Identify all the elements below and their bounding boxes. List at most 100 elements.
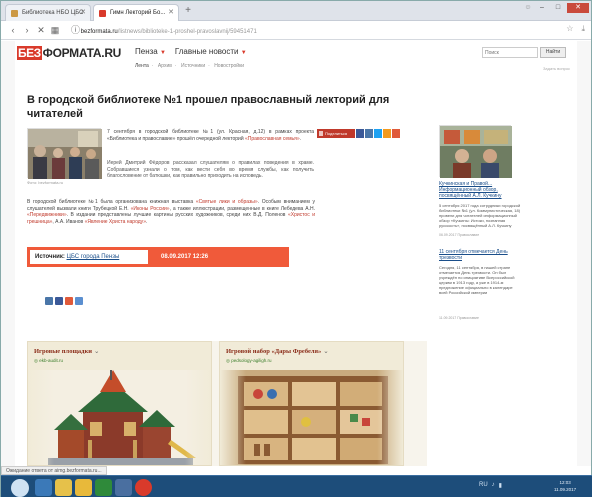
sidebar-news-2-date: 11.09.2017 Православие — [439, 316, 479, 320]
status-bar: Ожидание ответа от aimg.bezformata.ru... — [1, 466, 107, 475]
favicon-icon — [99, 10, 106, 17]
article-photo[interactable] — [27, 128, 102, 179]
toolbar-right: ☆ ⤓ — [566, 24, 585, 34]
web-page: БЕЗ ФОРМАТА.RU Пенза ▼ Главные новости ▼… — [15, 41, 577, 466]
article-title: В городской библиотеке №1 прошел правосл… — [27, 94, 390, 120]
para3-text: В городской библиотеке №1 была организов… — [27, 199, 196, 205]
logo-part1: БЕЗ — [17, 46, 42, 60]
opera-icon[interactable] — [135, 479, 152, 496]
main-menu: Пенза ▼ Главные новости ▼ — [135, 47, 247, 56]
social-buttons — [45, 297, 83, 305]
facebook-icon[interactable] — [356, 129, 364, 138]
taskbar-clock[interactable]: 12:03 11.09.2017 — [554, 479, 576, 493]
sidebar-news-1-title[interactable]: Кучкинская и Правой... Информационный об… — [439, 181, 521, 199]
para3-text: , а также иллюстрации, размещенные в кни… — [169, 205, 315, 212]
card-title: Игровой набор «Дары Фребеля» ⌄ — [226, 348, 329, 355]
reload-icon[interactable]: ✕ — [35, 24, 47, 36]
sidebar-news-1-text: 5 сентября 2017 года сотрудники городско… — [439, 203, 521, 228]
card-fade — [185, 370, 211, 465]
article-lead: 7 сентября в городской библиотеке №1 (ул… — [107, 129, 314, 142]
twitter-icon[interactable] — [374, 129, 382, 138]
twitter-icon[interactable] — [75, 297, 83, 305]
tab-label: Гимн Лекторий Бо... — [110, 10, 166, 16]
source-date: 08.09.2017 12:26 — [161, 254, 209, 260]
system-tray: RU ♪ ▮ — [479, 482, 502, 489]
page-viewport: БЕЗ ФОРМАТА.RU Пенза ▼ Главные новости ▼… — [1, 41, 591, 466]
menu-city[interactable]: Пенза — [135, 47, 158, 56]
share-button[interactable]: Поделиться — [317, 129, 355, 138]
vk-icon[interactable] — [365, 129, 373, 138]
card-subtitle: ◎ pedsology-agiligh.ru — [226, 358, 272, 363]
submenu-sources[interactable]: Источники — [181, 63, 205, 69]
address-host: bezformata.ru — [80, 29, 118, 35]
download-icon[interactable]: ⤓ — [581, 24, 585, 34]
card-subtitle: ◎ ekb-audit.ru — [34, 358, 63, 363]
speaker-icon[interactable]: ♪ — [492, 482, 495, 489]
profile-icon[interactable]: ☺ — [523, 3, 533, 13]
site-logo[interactable]: БЕЗ ФОРМАТА.RU — [17, 46, 121, 60]
para3-text: . В издании представлены лучшие картины … — [66, 212, 288, 218]
facebook-icon[interactable] — [55, 297, 63, 305]
tab-label: Библиотека НБО ЦБС — [22, 10, 84, 16]
window-controls: ☺ – □ ✕ — [523, 3, 589, 13]
tab-library[interactable]: Библиотека НБО ЦБС ✕ — [5, 4, 91, 21]
sidebar-news-2-title[interactable]: 11 сентября отмечается День трезвости — [439, 249, 521, 261]
clock-date: 11.09.2017 — [554, 487, 577, 492]
close-tab-icon[interactable]: ✕ — [80, 5, 86, 21]
clock-time: 12:03 — [559, 480, 571, 485]
close-tab-icon[interactable]: ✕ — [168, 5, 174, 21]
tray-lang[interactable]: RU — [479, 482, 488, 489]
close-window-button[interactable]: ✕ — [567, 3, 589, 13]
browser-toolbar: ‹ › ✕ ▦ ⓘ bezformata.ru/listnews/bibliot… — [1, 21, 591, 40]
address-bar[interactable]: ⓘ bezformata.ru/listnews/biblioteke-1-pr… — [71, 24, 551, 37]
painting-link[interactable]: «Явление Христа народу» — [85, 219, 146, 225]
favicon-icon — [11, 10, 18, 17]
maximize-button[interactable]: □ — [551, 3, 565, 13]
lead-text-end: . — [299, 135, 302, 142]
card-fade — [377, 370, 403, 465]
dropdown-arrow-icon[interactable]: ▼ — [160, 50, 166, 56]
home-icon[interactable]: ▦ — [49, 24, 61, 36]
back-icon[interactable]: ‹ — [7, 24, 19, 36]
forward-icon[interactable]: › — [21, 24, 33, 36]
bookmark-star-icon[interactable]: ☆ — [566, 24, 573, 34]
book-link[interactable]: «Иконы России» — [131, 206, 170, 212]
folder-icon[interactable] — [55, 479, 72, 496]
odnoklassniki-icon[interactable] — [383, 129, 391, 138]
book-link[interactable]: «Передвижники» — [27, 212, 67, 218]
vk-icon[interactable] — [45, 297, 53, 305]
mail-app-icon[interactable] — [115, 479, 132, 496]
network-icon[interactable]: ▮ — [499, 482, 502, 489]
photo-caption: Фото: bezformata.ru — [27, 180, 64, 185]
mail-icon[interactable] — [65, 297, 73, 305]
ie-icon[interactable] — [35, 479, 52, 496]
ad-card-froebel-gifts[interactable]: Игровой набор «Дары Фребеля» ⌄ ◎ pedsolog… — [219, 341, 404, 466]
dropdown-arrow-icon[interactable]: ▼ — [241, 50, 247, 56]
sub-menu: Лента · Архив · Источники · Новостройки — [135, 63, 245, 69]
exhibition-link[interactable]: «Святые лики и образы» — [196, 199, 258, 205]
submenu-feed[interactable]: Лента — [135, 63, 149, 69]
submenu-archive[interactable]: Архив — [158, 63, 172, 69]
chrome-icon[interactable] — [75, 479, 92, 496]
logo-part2: ФОРМАТА.RU — [42, 46, 122, 60]
submenu-newbuilds[interactable]: Новостройки — [214, 63, 244, 69]
minimize-button[interactable]: – — [535, 3, 549, 13]
search-input[interactable] — [482, 47, 538, 58]
menu-main-news[interactable]: Главные новости — [175, 47, 239, 56]
ad-card-playgrounds[interactable]: Игровые площадки ⌄ ◎ ekb-audit.ru — [27, 341, 212, 466]
new-tab-button[interactable]: + — [181, 5, 195, 18]
security-icon: ⓘ — [71, 25, 81, 35]
source-link[interactable]: ЦБС города Пензы — [67, 254, 120, 260]
search-button[interactable]: Найти — [540, 47, 566, 58]
sidebar-photo[interactable] — [439, 125, 512, 178]
browser-window: Библиотека НБО ЦБС ✕ Гимн Лекторий Бо...… — [0, 0, 592, 497]
card-fade — [28, 370, 54, 465]
start-button[interactable] — [11, 479, 29, 497]
lead-link[interactable]: «Православная семья» — [245, 136, 300, 142]
header-note-link[interactable]: Задать вопрос — [543, 66, 570, 71]
tab-current[interactable]: Гимн Лекторий Бо... ✕ — [93, 4, 179, 21]
para3-text: . — [146, 218, 148, 225]
media-icon[interactable] — [95, 479, 112, 496]
article-paragraph-2: Иерей Дмитрий Фёдоров рассказал слушател… — [107, 160, 314, 179]
mail-icon[interactable] — [392, 129, 400, 138]
